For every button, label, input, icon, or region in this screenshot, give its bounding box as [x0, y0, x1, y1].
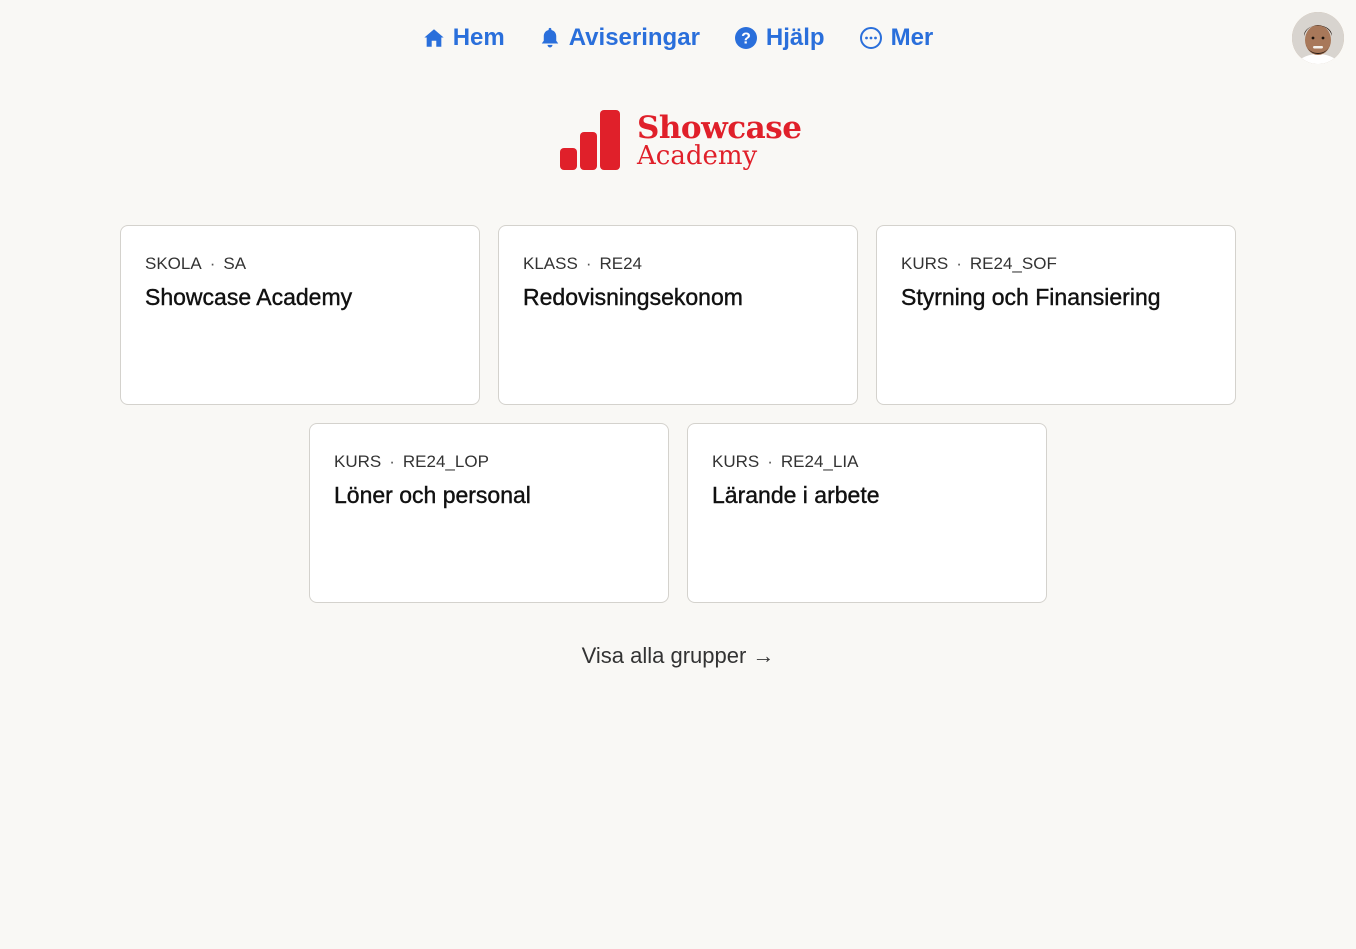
group-type: KURS [334, 452, 382, 471]
nav-item-label: Aviseringar [568, 24, 700, 51]
separator: · [585, 254, 592, 273]
group-card[interactable]: KURS · RE24_SOF Styrning och Finansiering [876, 225, 1236, 405]
bell-icon [539, 26, 561, 50]
top-navigation: Hem Aviseringar ? Hjälp Mer [0, 0, 1356, 76]
more-icon [859, 26, 883, 50]
card-row: SKOLA · SA Showcase Academy KLASS · RE24 Red… [0, 225, 1356, 405]
card-meta: SKOLA · SA [145, 252, 455, 276]
nav-item-label: Hem [452, 24, 505, 51]
show-all-groups-link[interactable]: Visa alla grupper → [582, 643, 775, 668]
group-name: Löner och personal [334, 482, 531, 508]
group-code: RE24_LIA [780, 452, 859, 471]
logo-subtitle: Academy [637, 141, 758, 171]
group-card[interactable]: SKOLA · SA Showcase Academy [120, 225, 480, 405]
nav-item-home[interactable]: Hem [423, 22, 505, 54]
card-meta: KURS · RE24_LIA [712, 450, 1022, 474]
group-name: Showcase Academy [145, 284, 353, 310]
nav-item-notifications[interactable]: Aviseringar [539, 22, 700, 54]
group-type: KURS [712, 452, 760, 471]
group-code: RE24 [599, 254, 643, 273]
group-cards: SKOLA · SA Showcase Academy KLASS · RE24 Red… [0, 225, 1356, 621]
home-icon [423, 27, 445, 49]
nav-item-help[interactable]: ? Hjälp [734, 22, 825, 54]
group-card[interactable]: KURS · RE24_LIA Lärande i arbete [687, 423, 1047, 603]
card-meta: KLASS · RE24 [523, 252, 833, 276]
group-code: RE24_SOF [969, 254, 1057, 273]
group-code: SA [223, 254, 247, 273]
help-icon: ? [734, 26, 758, 50]
group-card[interactable]: KLASS · RE24 Redovisningsekonom [498, 225, 858, 405]
svg-text:?: ? [741, 31, 751, 48]
separator: · [209, 254, 216, 273]
user-avatar[interactable] [1292, 12, 1344, 64]
group-code: RE24_LOP [402, 452, 489, 471]
showcase-academy-logo: Showcase Academy [559, 108, 802, 176]
separator: · [767, 452, 773, 471]
group-name: Redovisningsekonom [523, 284, 743, 310]
group-type: KLASS [523, 254, 578, 273]
group-type: KURS [901, 254, 949, 273]
card-row: KURS · RE24_LOP Löner och personal KURS · RE… [0, 423, 1356, 603]
group-type: SKOLA [145, 254, 202, 273]
group-name: Styrning och Finansiering [901, 284, 1161, 310]
nav-item-more[interactable]: Mer [859, 22, 934, 54]
logo-bars-icon [560, 110, 620, 170]
separator: · [389, 452, 395, 471]
card-meta: KURS · RE24_SOF [901, 252, 1211, 276]
group-card[interactable]: KURS · RE24_LOP Löner och personal [309, 423, 669, 603]
nav-item-label: Hjälp [765, 24, 825, 51]
show-all-container: Visa alla grupper → [0, 641, 1356, 671]
card-meta: KURS · RE24_LOP [334, 450, 644, 474]
nav-item-label: Mer [890, 24, 934, 51]
nav-menu: Hem Aviseringar ? Hjälp Mer [0, 22, 1356, 54]
group-name: Lärande i arbete [712, 482, 880, 508]
separator: · [956, 254, 962, 273]
